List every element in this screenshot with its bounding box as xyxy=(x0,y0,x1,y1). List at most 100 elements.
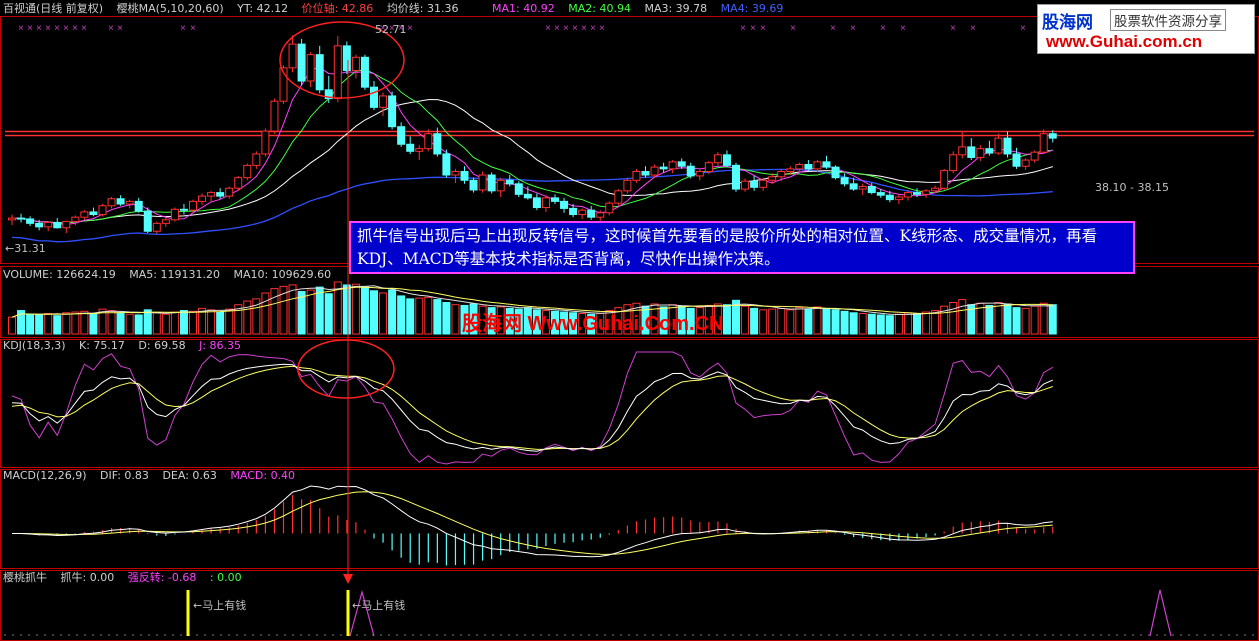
ma4-value: MA4: 39.69 xyxy=(720,2,784,15)
candle-body xyxy=(786,168,795,173)
candle-body xyxy=(379,95,388,108)
signal-marker-arrow xyxy=(343,574,353,584)
macd-header: MACD(12,26,9) DIF: 0.83 DEA: 0.63 MACD: … xyxy=(3,469,305,483)
candle-body xyxy=(578,209,587,216)
volume-bar xyxy=(858,312,867,335)
marker-cross: × xyxy=(563,23,569,34)
volume-bar xyxy=(315,286,324,335)
volume-value: VOLUME: 126624.19 xyxy=(3,268,116,281)
candle-body xyxy=(994,137,1003,154)
candle-body xyxy=(894,196,903,201)
volume-bar xyxy=(1048,304,1057,335)
candle-body xyxy=(487,174,496,192)
marker-cross: × xyxy=(581,23,587,34)
volume-bar xyxy=(107,310,116,335)
marker-cross: × xyxy=(36,23,42,34)
marker-cross: × xyxy=(740,23,746,34)
volume-bar xyxy=(243,300,252,335)
marker-cross: × xyxy=(108,23,114,34)
signal-header: 樱桃抓牛 抓牛: 0.00 强反转: -0.68 : 0.00 xyxy=(3,571,252,585)
volume-bar xyxy=(351,283,360,335)
candle-body xyxy=(107,198,116,207)
site-logo: 股海网 股票软件资源分享 www.Guhai.com.cn xyxy=(1037,4,1255,54)
volume-bar xyxy=(840,310,849,335)
candle-body xyxy=(1048,133,1057,139)
candle-body xyxy=(605,202,614,214)
marker-cross: × xyxy=(880,23,886,34)
candle-body xyxy=(722,154,731,166)
candle-body xyxy=(614,190,623,204)
candle-body xyxy=(940,170,949,189)
ma-indicator-name: 樱桃MA(5,10,20,60) xyxy=(116,2,224,15)
panel-frame-3 xyxy=(0,469,1259,569)
volume-bar xyxy=(949,302,958,335)
candle-body xyxy=(179,208,188,211)
candle-body xyxy=(876,192,885,196)
marker-cross: × xyxy=(590,23,596,34)
yt-value: YT: 42.12 xyxy=(237,2,289,15)
candle-body xyxy=(442,153,451,176)
macd-name: MACD(12,26,9) xyxy=(3,469,87,482)
candle-body xyxy=(569,207,578,216)
volume-bar xyxy=(1003,303,1012,335)
candle-body xyxy=(795,163,804,170)
candle-body xyxy=(415,148,424,152)
candle-body xyxy=(270,100,279,132)
candle-body xyxy=(80,211,89,218)
volume-bar xyxy=(270,288,279,335)
volume-bar xyxy=(116,312,125,335)
candle-body xyxy=(931,187,940,192)
volume-bar xyxy=(931,310,940,335)
range-label: 38.10 - 38.15 xyxy=(1095,181,1169,194)
candle-body xyxy=(532,197,541,209)
candle-body xyxy=(650,166,659,176)
candle-body xyxy=(677,161,686,167)
volume-bar xyxy=(424,296,433,335)
candle-body xyxy=(1021,159,1030,167)
candle-body xyxy=(134,200,143,212)
volume-bar xyxy=(885,315,894,335)
candle-body xyxy=(903,192,912,198)
candle-body xyxy=(849,183,858,190)
candle-body xyxy=(243,164,252,179)
candle-body xyxy=(424,133,433,150)
volume-bar xyxy=(324,293,333,335)
candle-body xyxy=(967,146,976,158)
logo-tag: 股票软件资源分享 xyxy=(1110,9,1226,31)
marker-cross: × xyxy=(180,23,186,34)
marker-cross: × xyxy=(750,23,756,34)
ma3-line xyxy=(11,99,1053,224)
candle-body xyxy=(831,166,840,179)
volume-bar xyxy=(415,297,424,335)
volume-bar xyxy=(143,309,152,335)
candle-body xyxy=(306,54,315,82)
watermark: 股海网 Www.Guhai.Com.CN xyxy=(462,313,724,335)
macd-dif: DIF: 0.83 xyxy=(100,469,149,482)
kdj-j-line xyxy=(11,351,1054,465)
ma1-line xyxy=(11,66,1053,225)
candle-body xyxy=(1003,137,1012,155)
marker-cross: × xyxy=(27,23,33,34)
kdj-d: D: 69.58 xyxy=(138,339,186,352)
volume-bar xyxy=(849,312,858,335)
marker-cross: × xyxy=(18,23,24,34)
candle-body xyxy=(53,221,62,229)
kdj-d-line xyxy=(11,365,1053,450)
low-price-label: ←31.31 xyxy=(5,242,46,255)
volume-bar xyxy=(189,310,197,335)
marker-cross: × xyxy=(190,23,196,34)
candle-body xyxy=(686,165,695,177)
marker-cross: × xyxy=(1020,23,1026,34)
macd-macd: MACD: 0.40 xyxy=(230,469,296,482)
volume-bar xyxy=(994,302,1003,335)
candle-body xyxy=(985,148,994,154)
kdj-name: KDJ(18,3,3) xyxy=(3,339,66,352)
volume-bar xyxy=(207,309,216,335)
candle-body xyxy=(768,176,777,181)
candle-body xyxy=(460,171,469,181)
candle-body xyxy=(804,163,813,170)
candle-body xyxy=(198,195,207,202)
volume-bar xyxy=(985,304,994,335)
kdj-k-line xyxy=(11,363,1053,452)
candle-body xyxy=(333,45,342,100)
